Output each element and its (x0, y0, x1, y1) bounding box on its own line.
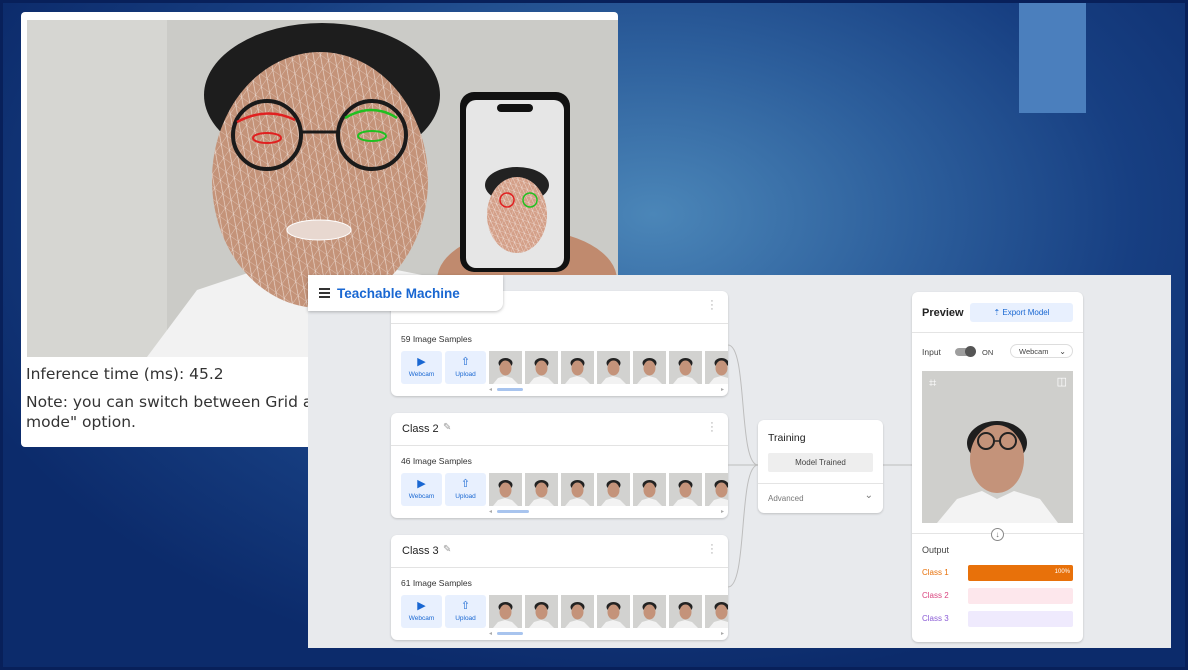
training-card: Training Model Trained Advanced ⌄ (758, 420, 883, 513)
app-header: Teachable Machine (308, 275, 503, 311)
output-class-label: Class 1 (922, 568, 949, 577)
app-title: Teachable Machine (337, 285, 460, 301)
input-label: Input (922, 347, 941, 357)
output-label: Output (922, 545, 950, 555)
source-select[interactable]: Webcam ⌄ (1010, 344, 1073, 358)
menu-icon[interactable] (319, 286, 330, 301)
confidence-bar: 100% (968, 565, 1073, 581)
output-row: Class 3 (922, 611, 1073, 627)
teachable-machine-window: Teachable Machine · · · 59 Image Samples ▶… (308, 275, 1171, 648)
input-toggle[interactable] (955, 346, 976, 357)
confidence-percent: 100% (1054, 569, 1070, 575)
confidence-bar (968, 611, 1073, 627)
export-model-button[interactable]: ⇡ Export Model (970, 303, 1073, 322)
preview-title: Preview (922, 307, 964, 319)
preview-card: Preview ⇡ Export Model Input ON Webcam ⌄… (912, 292, 1083, 642)
model-trained-button[interactable]: Model Trained (768, 453, 873, 472)
crop-icon[interactable]: ⌗ (929, 375, 936, 391)
confidence-bar (968, 588, 1073, 604)
advanced-label[interactable]: Advanced (768, 494, 804, 503)
decor-rectangle (1019, 2, 1086, 113)
output-class-label: Class 3 (922, 614, 949, 623)
flip-icon[interactable]: ◫ (1057, 375, 1067, 388)
training-title: Training (768, 432, 806, 444)
arrow-down-icon: ↓ (991, 528, 1004, 541)
chevron-down-icon[interactable]: ⌄ (865, 490, 873, 501)
webcam-preview: ⌗ ◫ (922, 371, 1073, 523)
output-row: Class 2 (922, 588, 1073, 604)
output-class-label: Class 2 (922, 591, 949, 600)
toggle-state-label: ON (982, 348, 994, 357)
output-row: Class 1 100% (922, 565, 1073, 581)
chevron-down-icon: ⌄ (1059, 347, 1066, 356)
